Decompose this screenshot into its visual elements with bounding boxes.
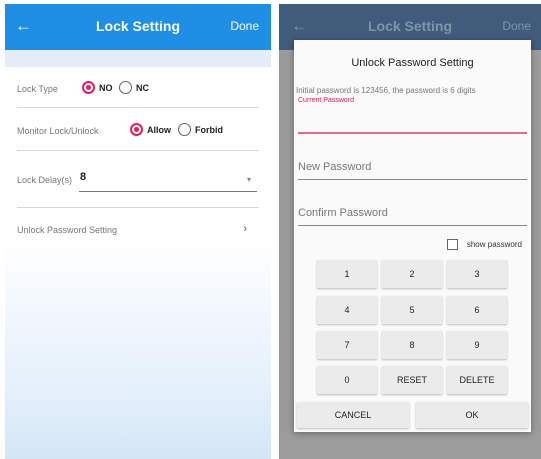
dropdown-arrow-icon[interactable]: ▾ <box>247 175 251 184</box>
cancel-button[interactable]: CANCEL <box>297 402 409 428</box>
monitor-forbid-label: Forbid <box>195 124 223 135</box>
lock-type-label: Lock Type <box>17 84 58 94</box>
current-password-label: Current Password <box>298 97 355 104</box>
key-6[interactable]: 6 <box>447 296 507 324</box>
monitor-option-forbid[interactable]: Forbid <box>178 123 223 136</box>
key-0[interactable]: 0 <box>317 366 377 394</box>
unlock-password-dialog: Unlock Password Setting Initial password… <box>294 40 531 432</box>
new-password-input[interactable]: New Password <box>298 161 371 173</box>
confirm-password-input[interactable]: Confirm Password <box>298 207 388 219</box>
lock-delay-row: Lock Delay(s) 8 ▾ <box>17 151 259 208</box>
confirm-password-underline <box>298 225 527 226</box>
key-4[interactable]: 4 <box>317 296 377 324</box>
monitor-label: Monitor Lock/Unlock <box>17 126 99 136</box>
radio-unselected-icon <box>178 123 191 136</box>
show-password-toggle[interactable]: show password <box>446 239 522 250</box>
radio-unselected-icon <box>119 81 132 94</box>
dimmed-done-button: Done <box>502 19 531 33</box>
new-password-underline <box>298 179 527 180</box>
key-3[interactable]: 3 <box>447 260 507 288</box>
screenshot-stage: ← Lock Setting Done Lock Type NO NC Moni… <box>0 0 541 459</box>
chevron-right-icon: › <box>243 223 247 235</box>
lock-type-option-nc[interactable]: NC <box>119 81 149 94</box>
lock-type-nc-label: NC <box>136 82 149 93</box>
lock-delay-label: Lock Delay(s) <box>17 175 73 185</box>
monitor-option-allow[interactable]: Allow <box>130 123 171 136</box>
monitor-allow-label: Allow <box>147 124 171 135</box>
unlock-password-row[interactable]: Unlock Password Setting › <box>17 208 259 252</box>
current-password-input[interactable] <box>298 132 527 134</box>
app-bar: ← Lock Setting Done <box>5 4 271 50</box>
unlock-password-screen: ← Lock Setting Done Unlock Password Sett… <box>279 4 541 459</box>
key-8[interactable]: 8 <box>382 331 442 359</box>
appbar-shadow-strip <box>5 50 271 67</box>
delete-button[interactable]: DELETE <box>447 366 507 394</box>
password-info-text: Initial password is 123456, the password… <box>296 86 476 95</box>
lock-type-no-label: NO <box>99 82 113 93</box>
key-1[interactable]: 1 <box>317 260 377 288</box>
lock-type-option-no[interactable]: NO <box>82 81 113 94</box>
reset-button[interactable]: RESET <box>382 366 442 394</box>
ok-button[interactable]: OK <box>416 402 528 428</box>
settings-list: Lock Type NO NC Monitor Lock/Unlock Allo… <box>5 67 271 459</box>
radio-selected-icon <box>82 81 95 94</box>
key-2[interactable]: 2 <box>382 260 442 288</box>
lock-setting-screen: ← Lock Setting Done Lock Type NO NC Moni… <box>5 4 271 459</box>
radio-selected-icon <box>130 123 143 136</box>
lock-delay-underline <box>79 191 257 192</box>
unlock-password-label: Unlock Password Setting <box>17 225 118 235</box>
show-password-label: show password <box>466 240 522 249</box>
lock-type-row: Lock Type NO NC <box>17 67 259 108</box>
key-9[interactable]: 9 <box>447 331 507 359</box>
key-5[interactable]: 5 <box>382 296 442 324</box>
done-button[interactable]: Done <box>230 19 259 33</box>
dialog-title: Unlock Password Setting <box>351 57 474 69</box>
key-7[interactable]: 7 <box>317 331 377 359</box>
checkbox-icon[interactable] <box>446 239 458 250</box>
lock-delay-value[interactable]: 8 <box>80 171 86 183</box>
monitor-row: Monitor Lock/Unlock Allow Forbid <box>17 108 259 151</box>
